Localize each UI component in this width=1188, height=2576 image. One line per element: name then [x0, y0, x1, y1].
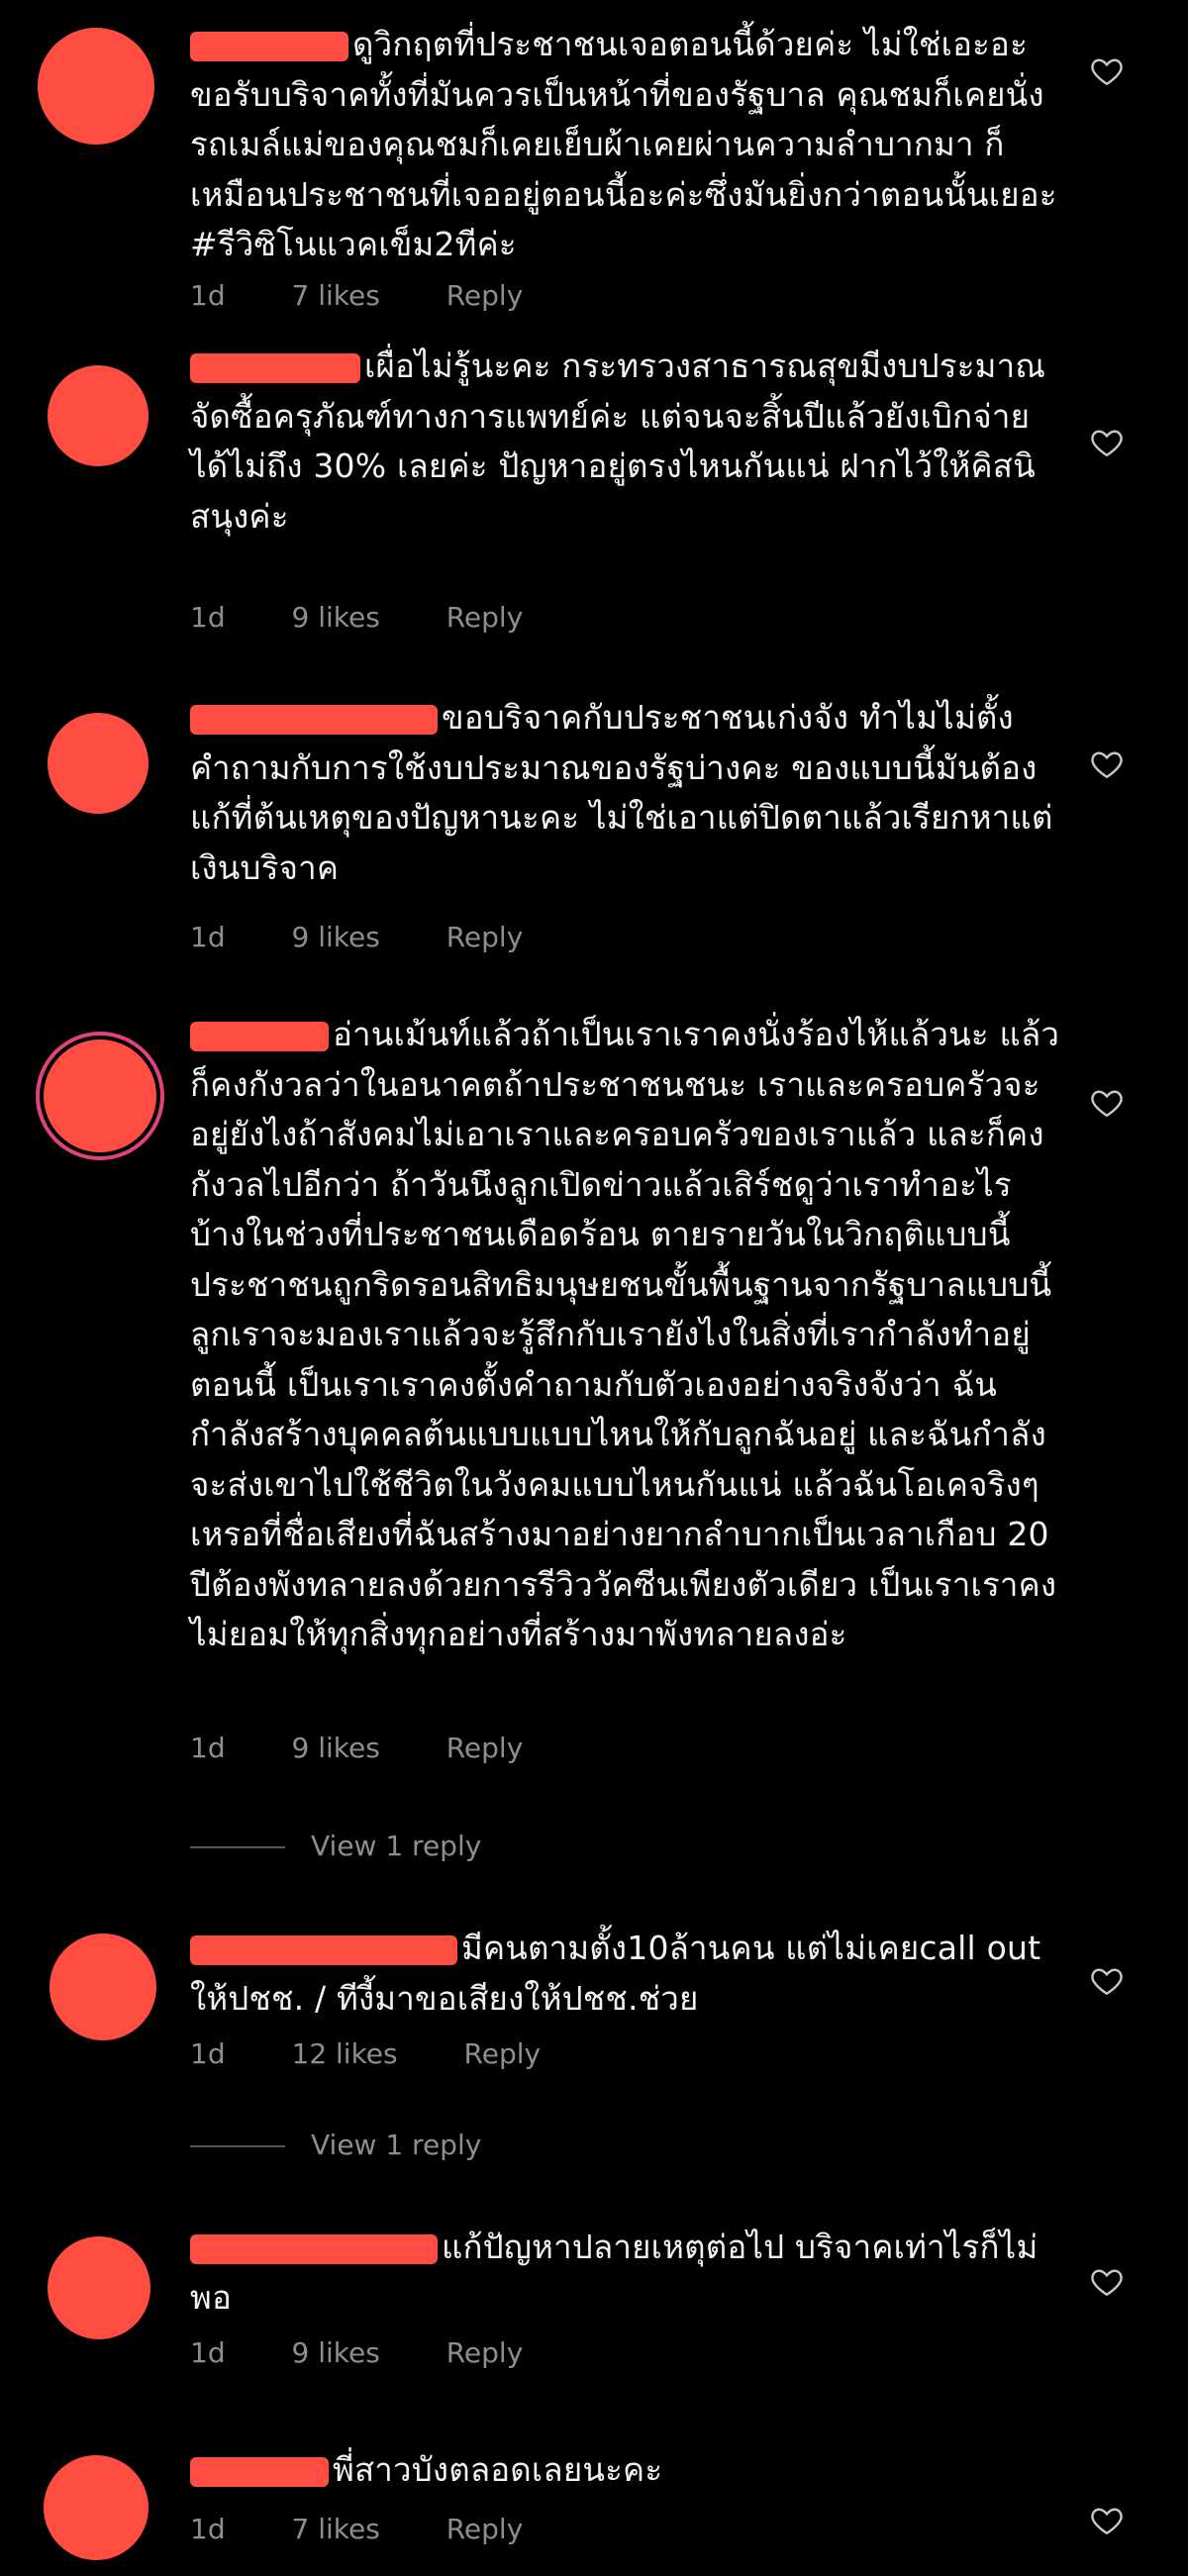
like-count[interactable]: 7 likes — [292, 279, 380, 312]
comment-meta: 1d 9 likes Reply — [190, 1732, 580, 1764]
comment-text: แก้ปัญหาปลายเหตุต่อไป บริจาคเท่าไรก็ไม่พ… — [190, 2228, 1039, 2317]
comment-meta: 1d 7 likes Reply — [190, 279, 580, 312]
comment-text: เผื่อไม่รู้นะคะ กระทรวงสาธารณสุขมีงบประม… — [190, 347, 1046, 536]
comment-time: 1d — [190, 601, 226, 634]
comment-meta: 1d 9 likes Reply — [190, 2336, 580, 2369]
comment-text: อ่านเม้นท์แล้วถ้าเป็นเราเราคงนั่งร้องไห้… — [190, 1015, 1060, 1653]
comment-meta: 1d 9 likes Reply — [190, 921, 580, 953]
reply-button[interactable]: Reply — [446, 601, 524, 634]
reply-button[interactable]: Reply — [446, 921, 524, 953]
like-heart-icon[interactable] — [1089, 425, 1125, 460]
reply-button[interactable]: Reply — [446, 1732, 524, 1764]
like-heart-icon[interactable] — [1089, 1085, 1125, 1121]
comment-time: 1d — [190, 1732, 226, 1764]
like-heart-icon[interactable] — [1089, 2503, 1125, 2538]
comment-time: 1d — [190, 921, 226, 953]
view-replies-button[interactable]: View 1 reply — [190, 2129, 481, 2161]
redacted-username — [190, 352, 360, 383]
avatar[interactable] — [44, 1040, 156, 1152]
avatar[interactable] — [44, 2455, 148, 2560]
comment-text: ขอบริจาคกับประชาชนเก่งจัง ทำไมไม่ตั้งคำถ… — [190, 698, 1053, 887]
reply-button[interactable]: Reply — [446, 2336, 524, 2369]
like-heart-icon[interactable] — [1089, 1963, 1125, 1999]
redacted-username — [190, 2233, 438, 2264]
like-count[interactable]: 9 likes — [292, 2336, 380, 2369]
comment-time: 1d — [190, 2513, 226, 2545]
avatar[interactable] — [50, 1933, 156, 2040]
like-heart-icon[interactable] — [1089, 53, 1125, 89]
comment-time: 1d — [190, 279, 226, 312]
redacted-username — [190, 704, 438, 735]
avatar[interactable] — [48, 2236, 150, 2339]
divider-line — [190, 2145, 285, 2147]
like-heart-icon[interactable] — [1089, 746, 1125, 782]
avatar[interactable] — [38, 28, 154, 145]
like-heart-icon[interactable] — [1089, 2264, 1125, 2300]
comment-text: มีคนตามตั้ง10ล้านคน แต่ไม่เคยcall out ให… — [190, 1929, 1041, 2018]
like-count[interactable]: 12 likes — [292, 2037, 398, 2070]
like-count[interactable]: 9 likes — [292, 601, 380, 634]
divider-line — [190, 1846, 285, 1848]
like-count[interactable]: 9 likes — [292, 1732, 380, 1764]
redacted-username — [190, 31, 348, 61]
comment-meta: 1d 7 likes Reply — [190, 2513, 580, 2545]
like-count[interactable]: 9 likes — [292, 921, 380, 953]
comment-meta: 1d 9 likes Reply — [190, 601, 580, 634]
redacted-username — [190, 1934, 457, 1965]
reply-button[interactable]: Reply — [446, 279, 524, 312]
like-count[interactable]: 7 likes — [292, 2513, 380, 2545]
redacted-username — [190, 1021, 329, 1051]
avatar[interactable] — [48, 713, 148, 814]
view-replies-label: View 1 reply — [311, 2129, 482, 2161]
comment-meta: 1d 12 likes Reply — [190, 2037, 598, 2070]
view-replies-label: View 1 reply — [311, 1830, 482, 1862]
view-replies-button[interactable]: View 1 reply — [190, 1830, 481, 1862]
reply-button[interactable]: Reply — [464, 2037, 542, 2070]
comment-text: พี่สาวบังตลอดเลยนะคะ — [190, 2445, 1061, 2496]
comment-time: 1d — [190, 2336, 226, 2369]
comment-text: ดูวิกฤตที่ประชาชนเจอตอนนี้ด้วยค่ะ ไม่ใช่… — [190, 25, 1057, 263]
avatar[interactable] — [48, 365, 148, 466]
comment-time: 1d — [190, 2037, 226, 2070]
reply-button[interactable]: Reply — [446, 2513, 524, 2545]
redacted-username — [190, 2456, 329, 2487]
